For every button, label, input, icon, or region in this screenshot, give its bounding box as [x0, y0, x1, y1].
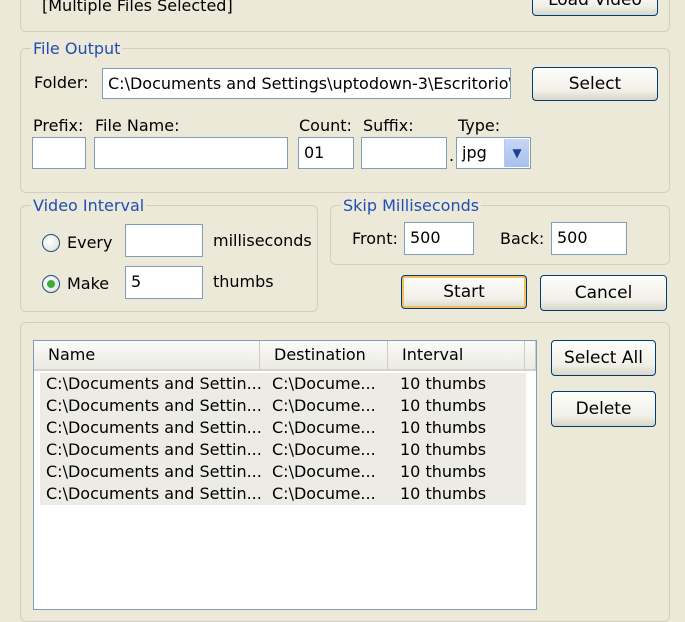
table-row[interactable]: C:\Documents and Settin... C:\Docume... …	[40, 439, 526, 461]
make-label: Make	[67, 274, 110, 293]
select-all-button[interactable]: Select All	[551, 340, 656, 376]
filename-field[interactable]	[94, 137, 288, 169]
chevron-down-icon[interactable]: ▼	[504, 139, 529, 167]
every-field[interactable]	[125, 224, 203, 257]
prefix-label: Prefix:	[33, 116, 84, 135]
file-output-title: File Output	[31, 39, 123, 58]
count-label: Count:	[299, 116, 352, 135]
suffix-label: Suffix:	[363, 116, 414, 135]
count-field[interactable]: 01	[298, 137, 354, 169]
make-field[interactable]: 5	[125, 266, 203, 299]
delete-button-label: Delete	[575, 399, 632, 419]
row-name: C:\Documents and Settin...	[46, 396, 262, 415]
make-radio-dot	[47, 280, 55, 288]
table-row[interactable]: C:\Documents and Settin... C:\Docume... …	[40, 461, 526, 483]
selected-files-label: [Multiple Files Selected]	[42, 0, 233, 15]
type-select[interactable]: jpg ▼	[456, 137, 531, 169]
prefix-field[interactable]	[32, 137, 86, 169]
table-row[interactable]: C:\Documents and Settin... C:\Docume... …	[40, 395, 526, 417]
row-name: C:\Documents and Settin...	[46, 374, 262, 393]
every-radio[interactable]	[42, 234, 60, 252]
load-video-button-label: Load Video	[548, 0, 642, 10]
start-button-label: Start	[443, 282, 485, 302]
start-button[interactable]: Start	[401, 275, 527, 309]
table-row[interactable]: C:\Documents and Settin... C:\Docume... …	[40, 417, 526, 439]
column-header-interval[interactable]: Interval	[388, 341, 525, 371]
row-destination: C:\Docume...	[272, 374, 376, 393]
load-video-button[interactable]: Load Video	[532, 0, 658, 16]
row-interval: 10 thumbs	[400, 440, 487, 459]
column-header-name[interactable]: Name	[34, 341, 260, 371]
row-interval: 10 thumbs	[400, 462, 487, 481]
table-row[interactable]: C:\Documents and Settin... C:\Docume... …	[40, 483, 526, 505]
folder-field[interactable]: C:\Documents and Settings\uptodown-3\Esc…	[102, 68, 511, 99]
row-interval: 10 thumbs	[400, 418, 487, 437]
row-destination: C:\Docume...	[272, 484, 376, 503]
make-unit-label: thumbs	[213, 272, 274, 291]
row-name: C:\Documents and Settin...	[46, 440, 262, 459]
table-row[interactable]: C:\Documents and Settin... C:\Docume... …	[40, 373, 526, 395]
type-dot: .	[449, 146, 455, 165]
cancel-button-label: Cancel	[574, 283, 633, 303]
filename-label: File Name:	[95, 116, 180, 135]
row-name: C:\Documents and Settin...	[46, 418, 262, 437]
folder-label: Folder:	[34, 73, 89, 92]
select-folder-button[interactable]: Select	[532, 67, 658, 101]
select-folder-button-label: Select	[568, 74, 622, 94]
front-label: Front:	[352, 229, 398, 248]
make-radio[interactable]	[42, 275, 60, 293]
row-interval: 10 thumbs	[400, 396, 487, 415]
row-destination: C:\Docume...	[272, 418, 376, 437]
column-header-filler	[525, 341, 536, 371]
queue-list[interactable]: Name Destination Interval C:\Documents a…	[33, 340, 537, 610]
skip-ms-title: Skip Milliseconds	[341, 196, 482, 215]
delete-button[interactable]: Delete	[551, 391, 656, 427]
back-label: Back:	[500, 229, 545, 248]
video-interval-title: Video Interval	[31, 196, 147, 215]
back-field[interactable]: 500	[551, 222, 627, 255]
row-destination: C:\Docume...	[272, 462, 376, 481]
row-name: C:\Documents and Settin...	[46, 484, 262, 503]
suffix-field[interactable]	[361, 137, 447, 169]
type-select-value: jpg	[462, 143, 487, 162]
row-interval: 10 thumbs	[400, 484, 487, 503]
front-field[interactable]: 500	[404, 222, 474, 255]
cancel-button[interactable]: Cancel	[540, 275, 667, 311]
every-unit-label: milliseconds	[213, 231, 312, 250]
row-interval: 10 thumbs	[400, 374, 487, 393]
row-destination: C:\Docume...	[272, 396, 376, 415]
every-label: Every	[67, 233, 113, 252]
column-header-destination[interactable]: Destination	[260, 341, 388, 371]
row-destination: C:\Docume...	[272, 440, 376, 459]
type-label: Type:	[458, 116, 501, 135]
select-all-button-label: Select All	[564, 348, 643, 368]
row-name: C:\Documents and Settin...	[46, 462, 262, 481]
